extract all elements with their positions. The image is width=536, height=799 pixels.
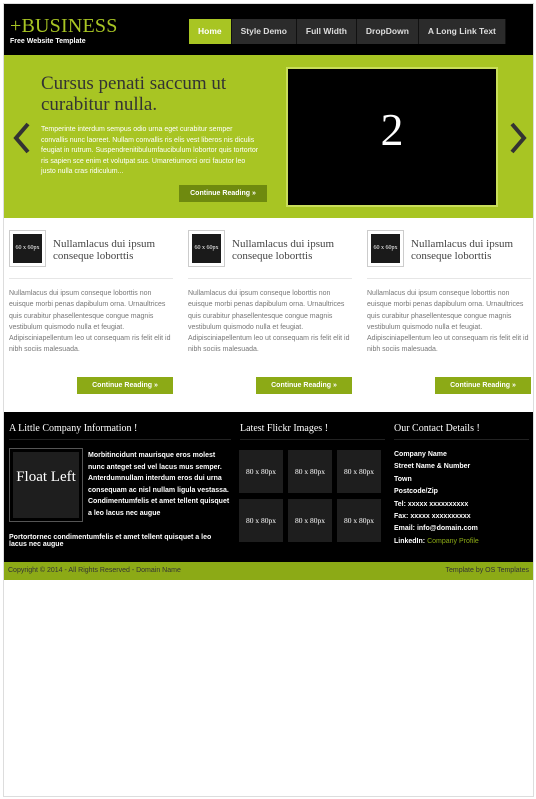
flickr-title: Latest Flickr Images ! (240, 423, 329, 434)
feature-text: Nullamlacus dui ipsum conseque loborttis… (9, 290, 171, 354)
contact-company-name: Company Name (394, 451, 447, 458)
chevron-left-icon[interactable] (12, 122, 30, 154)
copyright-bar: Copyright © 2014 - All Rights Reserved -… (4, 562, 533, 580)
company-info-text: Morbitincidunt maurisque eros molest nun… (88, 452, 230, 517)
main-nav: Home Style Demo Full Width DropDown A Lo… (189, 19, 506, 44)
divider (240, 439, 385, 440)
template-credit-link[interactable]: Template by OS Templates (445, 567, 529, 574)
float-left-image: Float Left (9, 448, 83, 522)
flickr-image[interactable]: 80 x 80px (337, 499, 381, 542)
flickr-image[interactable]: 80 x 80px (288, 450, 332, 493)
divider (367, 278, 531, 279)
site-header: +BUSINESS Free Website Template Home Sty… (4, 4, 533, 55)
feature-title: Nullamlacus dui ipsum conseque loborttis (53, 238, 156, 262)
slide-title: Cursus penati saccum ut curabitur nulla. (41, 73, 227, 115)
divider (188, 278, 352, 279)
float-left-label: Float Left (13, 452, 79, 518)
site-tagline: Free Website Template (10, 38, 86, 45)
slide-image[interactable]: 2 (286, 67, 498, 207)
contact-tel: Tel: xxxxx xxxxxxxxxx (394, 500, 469, 508)
company-info-footnote: Portortornec condimentumfelis et amet te… (9, 534, 212, 548)
continue-reading-button[interactable]: Continue Reading » (77, 377, 173, 394)
contact-postcode: Postcode/Zip (394, 488, 438, 496)
contact-linkedin: LinkedIn: Company Profile (394, 536, 529, 548)
nav-item-dropdown[interactable]: DropDown (356, 19, 419, 44)
contact-details: Company Name Street Name & Number Town P… (394, 449, 529, 548)
continue-reading-button[interactable]: Continue Reading » (256, 377, 352, 394)
divider (9, 278, 173, 279)
linkedin-link[interactable]: Company Profile (427, 538, 479, 545)
divider (394, 439, 529, 440)
nav-item-full-width[interactable]: Full Width (296, 19, 357, 44)
feature-title: Nullamlacus dui ipsum conseque loborttis (411, 238, 514, 262)
company-info-title: A Little Company Information ! (9, 423, 138, 434)
feature-text: Nullamlacus dui ipsum conseque loborttis… (188, 290, 350, 354)
feature-thumbnail[interactable]: 60 x 60px (367, 230, 404, 267)
contact-town: Town (394, 475, 412, 483)
contact-fax: Fax: xxxxx xxxxxxxxxx (394, 513, 471, 521)
continue-reading-button[interactable]: Continue Reading » (435, 377, 531, 394)
contact-email: Email: info@domain.com (394, 525, 478, 533)
copyright-text: Copyright © 2014 - All Rights Reserved -… (8, 567, 181, 574)
nav-item-home[interactable]: Home (189, 19, 232, 44)
nav-item-long-link[interactable]: A Long Link Text (418, 19, 506, 44)
divider (9, 439, 231, 440)
footer-widgets: A Little Company Information ! Float Lef… (4, 412, 533, 562)
flickr-image[interactable]: 80 x 80px (239, 450, 283, 493)
thumbnail-label: 60 x 60px (13, 234, 42, 263)
feature-thumbnail[interactable]: 60 x 60px (9, 230, 46, 267)
thumbnail-label: 60 x 60px (371, 234, 400, 263)
slide-text: Temperinte interdum sempus odio urna ege… (41, 126, 259, 175)
flickr-image[interactable]: 80 x 80px (337, 450, 381, 493)
feature-title: Nullamlacus dui ipsum conseque loborttis (232, 238, 335, 262)
chevron-right-icon[interactable] (510, 122, 528, 154)
flickr-image[interactable]: 80 x 80px (288, 499, 332, 542)
slide-image-label: 2 (380, 104, 404, 155)
feature-columns: 60 x 60px Nullamlacus dui ipsum conseque… (4, 218, 533, 412)
feature-text: Nullamlacus dui ipsum conseque loborttis… (367, 290, 529, 354)
nav-item-style-demo[interactable]: Style Demo (231, 19, 297, 44)
flickr-image[interactable]: 80 x 80px (239, 499, 283, 542)
page-frame: +BUSINESS Free Website Template Home Sty… (3, 3, 534, 797)
contact-street: Street Name & Number (394, 463, 471, 471)
featured-slider: Cursus penati saccum ut curabitur nulla.… (4, 55, 533, 218)
thumbnail-label: 60 x 60px (192, 234, 221, 263)
contact-title: Our Contact Details ! (394, 423, 480, 434)
feature-thumbnail[interactable]: 60 x 60px (188, 230, 225, 267)
slide-continue-button[interactable]: Continue Reading » (179, 185, 267, 202)
linkedin-label: LinkedIn: (394, 537, 426, 545)
site-logo[interactable]: +BUSINESS (10, 16, 118, 36)
